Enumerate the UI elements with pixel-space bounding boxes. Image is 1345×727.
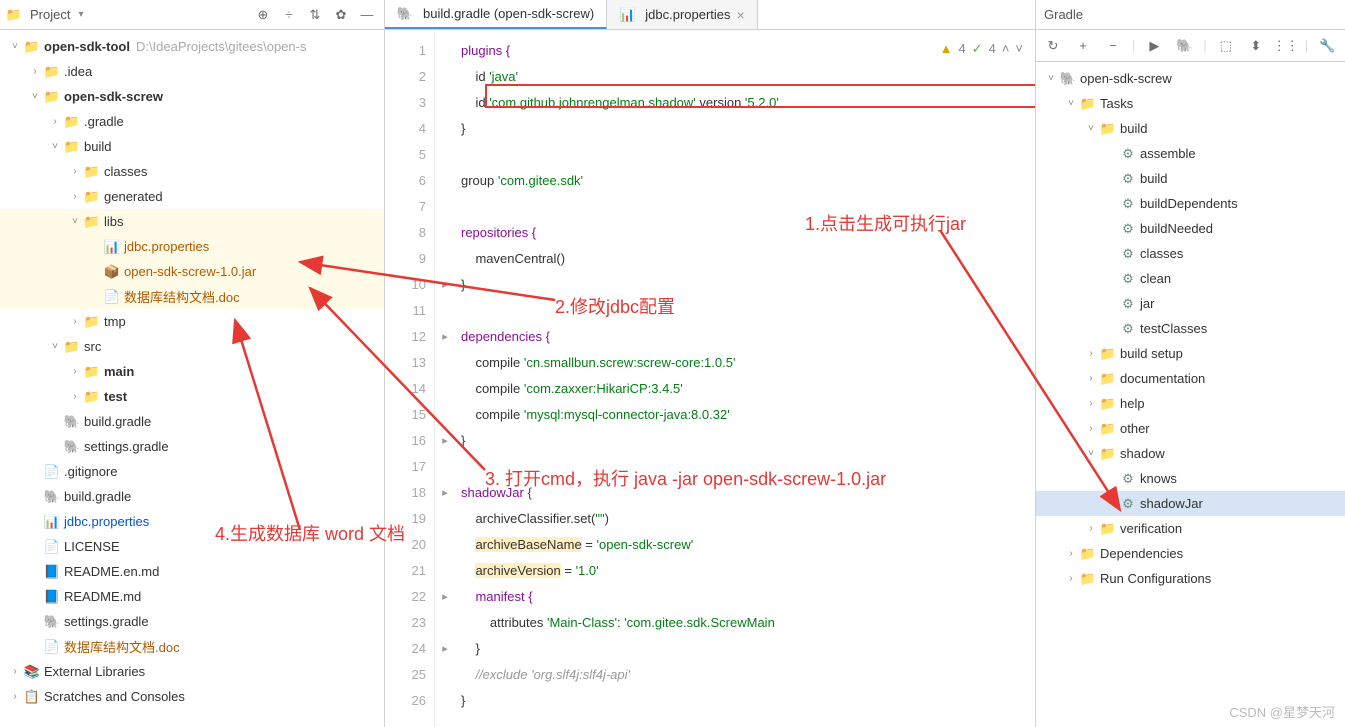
select-opened-icon[interactable]: ⊕ (252, 4, 274, 26)
tree-item[interactable]: ›📁.idea (0, 59, 384, 84)
tree-item[interactable]: ›📁tmp (0, 309, 384, 334)
tab-build-gradle[interactable]: 🐘build.gradle (open-sdk-screw) (385, 0, 607, 29)
offline-icon[interactable]: ⬍ (1245, 35, 1267, 57)
close-icon[interactable]: × (737, 7, 745, 23)
gradle-folder[interactable]: ›📁other (1036, 416, 1345, 441)
tree-item[interactable]: 📄数据库结构文档.doc (0, 634, 384, 659)
tree-root[interactable]: ˅📁open-sdk-toolD:\IdeaProjects\gitees\op… (0, 34, 384, 59)
tree-item[interactable]: ˅📁build (0, 134, 384, 159)
tree-file-jar[interactable]: 📦open-sdk-screw-1.0.jar (0, 259, 384, 284)
line-gutter: 1234567891011121314151617181920212223242… (385, 30, 435, 727)
inspection-widget[interactable]: ▲4 ✓4 ˄˅ (940, 36, 1023, 62)
gradle-task[interactable]: ⚙assemble (1036, 141, 1345, 166)
collapse-icon[interactable]: ⇅ (304, 4, 326, 26)
gradle-task[interactable]: ⚙testClasses (1036, 316, 1345, 341)
gradle-panel: Gradle ↻ + − | ▶ 🐘 | ⬚ ⬍ ⋮⋮ | 🔧 ˅🐘open-s… (1035, 0, 1345, 727)
gradle-build-folder[interactable]: ˅📁build (1036, 116, 1345, 141)
settings-icon[interactable]: ✿ (330, 4, 352, 26)
gradle-folder[interactable]: ›📁documentation (1036, 366, 1345, 391)
tree-item[interactable]: ›📋Scratches and Consoles (0, 684, 384, 709)
tree-file-doc[interactable]: 📄数据库结构文档.doc (0, 284, 384, 309)
hide-icon[interactable]: — (356, 4, 378, 26)
tree-item[interactable]: ›📚External Libraries (0, 659, 384, 684)
gradle-shadow[interactable]: ˅📁shadow (1036, 441, 1345, 466)
elephant-icon[interactable]: 🐘 (1173, 35, 1195, 57)
gradle-tasks[interactable]: ˅📁Tasks (1036, 91, 1345, 116)
tree-item[interactable]: ›📁test (0, 384, 384, 409)
add-icon[interactable]: + (1072, 35, 1094, 57)
remove-icon[interactable]: − (1102, 35, 1124, 57)
project-icon: 📁 (6, 7, 22, 23)
tree-item[interactable]: ˅📁libs (0, 209, 384, 234)
editor-tabs: 🐘build.gradle (open-sdk-screw) 📊jdbc.pro… (385, 0, 1035, 30)
project-header: 📁 Project ▾ ⊕ ÷ ⇅ ✿ — (0, 0, 384, 30)
editor-panel: 🐘build.gradle (open-sdk-screw) 📊jdbc.pro… (385, 0, 1035, 727)
code-area[interactable]: plugins { id 'java' id 'com.github.johnr… (455, 30, 1035, 727)
tree-item[interactable]: ›📁main (0, 359, 384, 384)
run-icon[interactable]: ▶ (1143, 35, 1165, 57)
gradle-folder[interactable]: ›📁help (1036, 391, 1345, 416)
tree-item[interactable]: ˅📁src (0, 334, 384, 359)
gradle-tree: ˅🐘open-sdk-screw ˅📁Tasks ˅📁build ⚙assemb… (1036, 62, 1345, 727)
gradle-shadowjar[interactable]: ⚙shadowJar (1036, 491, 1345, 516)
gradle-task[interactable]: ⚙buildDependents (1036, 191, 1345, 216)
fold-gutter: ▸▸▸▸▸▸ (435, 30, 455, 727)
gradle-task[interactable]: ⚙classes (1036, 241, 1345, 266)
tree-item[interactable]: 📊jdbc.properties (0, 509, 384, 534)
tree-item[interactable]: 🐘build.gradle (0, 409, 384, 434)
gradle-folder[interactable]: ›📁build setup (1036, 341, 1345, 366)
project-tree: ˅📁open-sdk-toolD:\IdeaProjects\gitees\op… (0, 30, 384, 727)
tree-item[interactable]: 📄LICENSE (0, 534, 384, 559)
gradle-header: Gradle (1036, 0, 1345, 30)
down-icon[interactable]: ˅ (1015, 36, 1023, 62)
dropdown-icon[interactable]: ▾ (78, 9, 83, 20)
expand-icon[interactable]: ÷ (278, 4, 300, 26)
gradle-toolbar: ↻ + − | ▶ 🐘 | ⬚ ⬍ ⋮⋮ | 🔧 (1036, 30, 1345, 62)
tree-file-jdbc[interactable]: 📊jdbc.properties (0, 234, 384, 259)
gradle-task[interactable]: ⚙knows (1036, 466, 1345, 491)
tree-item[interactable]: 🐘settings.gradle (0, 609, 384, 634)
tree-item[interactable]: ˅📁open-sdk-screw (0, 84, 384, 109)
wrench-icon[interactable]: 🔧 (1316, 35, 1338, 57)
tree-item[interactable]: 📘README.md (0, 584, 384, 609)
watermark: CSDN @星梦天河 (1229, 702, 1335, 721)
gradle-folder[interactable]: ›📁verification (1036, 516, 1345, 541)
project-title: Project (30, 7, 70, 22)
gradle-deps[interactable]: ›📁Dependencies (1036, 541, 1345, 566)
tree-item[interactable]: ›📁classes (0, 159, 384, 184)
code-editor[interactable]: 1234567891011121314151617181920212223242… (385, 30, 1035, 727)
tree-item[interactable]: ›📁generated (0, 184, 384, 209)
ok-icon: ✓ (972, 36, 983, 62)
tree-item[interactable]: 📘README.en.md (0, 559, 384, 584)
gradle-task[interactable]: ⚙buildNeeded (1036, 216, 1345, 241)
up-icon[interactable]: ˄ (1002, 36, 1010, 62)
gradle-task[interactable]: ⚙clean (1036, 266, 1345, 291)
tree-item[interactable]: 🐘settings.gradle (0, 434, 384, 459)
highlight-box (485, 84, 1035, 108)
task-icon[interactable]: ⬚ (1215, 35, 1237, 57)
gradle-run-configs[interactable]: ›📁Run Configurations (1036, 566, 1345, 591)
refresh-icon[interactable]: ↻ (1042, 35, 1064, 57)
gradle-task[interactable]: ⚙build (1036, 166, 1345, 191)
more-icon[interactable]: ⋮⋮ (1275, 35, 1297, 57)
tab-jdbc-props[interactable]: 📊jdbc.properties× (607, 0, 757, 29)
tree-item[interactable]: ›📁.gradle (0, 109, 384, 134)
gradle-task[interactable]: ⚙jar (1036, 291, 1345, 316)
warning-icon: ▲ (940, 36, 953, 62)
tree-item[interactable]: 🐘build.gradle (0, 484, 384, 509)
gradle-root[interactable]: ˅🐘open-sdk-screw (1036, 66, 1345, 91)
tree-item[interactable]: 📄.gitignore (0, 459, 384, 484)
project-panel: 📁 Project ▾ ⊕ ÷ ⇅ ✿ — ˅📁open-sdk-toolD:\… (0, 0, 385, 727)
